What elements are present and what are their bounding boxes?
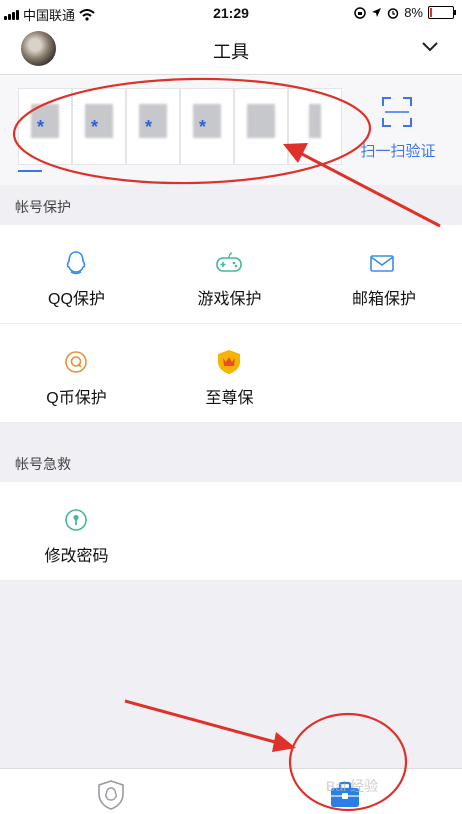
qq-protection-item[interactable]: QQ保护 <box>0 225 154 324</box>
qq-penguin-icon <box>66 251 86 275</box>
section-header-account-rescue: 帐号急救 <box>0 442 462 482</box>
section-title: 帐号保护 <box>15 199 71 215</box>
page-title: 工具 <box>213 42 249 62</box>
item-label: 邮箱保护 <box>351 291 416 308</box>
premium-shield-icon <box>218 350 240 374</box>
section-title: 帐号急救 <box>15 456 71 472</box>
location-icon <box>372 8 382 17</box>
item-label: Q币保护 <box>46 390 107 407</box>
empty-cell <box>306 482 462 581</box>
scan-verify-label: 扫一扫验证 <box>360 143 436 160</box>
game-protection-item[interactable]: 游戏保护 <box>153 225 307 324</box>
qcoin-protection-item[interactable]: Q币保护 <box>0 324 154 423</box>
tab-bar <box>0 768 462 814</box>
token-card <box>234 88 288 165</box>
chevron-down-icon[interactable] <box>420 36 440 56</box>
watermark: Bai 经验 <box>326 778 379 794</box>
item-label: 游戏保护 <box>197 291 262 308</box>
premium-protection-item[interactable]: 至尊保 <box>153 324 307 423</box>
token-card: * <box>180 88 234 165</box>
battery-icon <box>428 6 456 19</box>
empty-cell <box>306 324 462 423</box>
scan-verify-button[interactable]: 扫一扫验证 <box>356 97 440 160</box>
item-label: QQ保护 <box>48 291 105 308</box>
account-rescue-grid: 修改密码 <box>0 482 462 581</box>
token-strip: * * * * 扫一扫验证 <box>0 75 462 185</box>
token-card: * <box>72 88 126 165</box>
token-card: * <box>18 88 72 165</box>
token-card: * <box>126 88 180 165</box>
shield-penguin-icon[interactable] <box>96 779 126 811</box>
token-indicator <box>18 170 42 172</box>
account-protection-grid: QQ保护 游戏保护 邮箱保护 Q币保护 至尊保 <box>0 225 462 423</box>
annotation-arrowhead-tab <box>272 732 296 752</box>
alarm-icon <box>387 7 399 19</box>
change-password-item[interactable]: 修改密码 <box>0 482 154 581</box>
empty-cell <box>153 482 307 581</box>
scan-icon <box>382 97 412 127</box>
mail-icon <box>370 255 394 272</box>
gamepad-icon <box>216 252 242 272</box>
item-label: 至尊保 <box>205 390 254 407</box>
battery-percent: 8% <box>404 5 423 20</box>
section-header-account-protection: 帐号保护 <box>0 185 462 225</box>
status-right: 8% <box>354 5 456 20</box>
annotation-arrow-tab <box>124 699 276 744</box>
rotation-lock-icon <box>354 6 366 19</box>
item-label: 修改密码 <box>44 548 109 565</box>
key-pin-icon <box>65 509 87 531</box>
status-bar: 中国联通 21:29 8% <box>0 0 462 26</box>
token-card <box>288 88 342 165</box>
q-coin-icon <box>65 351 87 373</box>
nav-bar: 工具 <box>0 26 462 75</box>
mail-protection-item[interactable]: 邮箱保护 <box>306 225 462 324</box>
